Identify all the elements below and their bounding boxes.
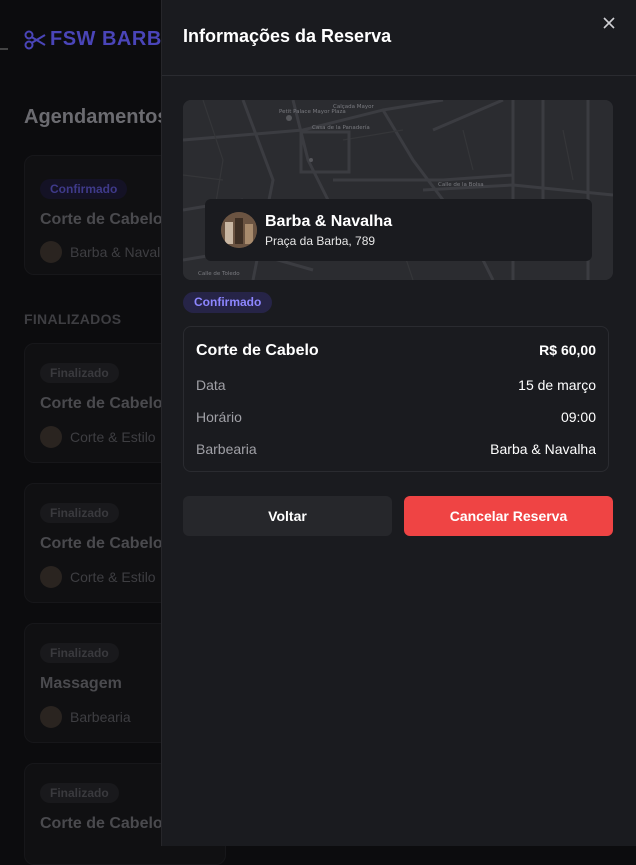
booking-subtitle: Barbearia [40, 706, 131, 728]
detail-label: Barbearia [196, 441, 257, 457]
map[interactable]: Calçada Mayor Petit Palace Mayor Plaza C… [183, 100, 613, 280]
detail-label: Data [196, 377, 226, 393]
map-label: Calle de la Bolsa [438, 182, 484, 188]
booking-subtitle: Corte & Estilo [40, 426, 156, 448]
detail-row-date: Data 15 de março [196, 377, 596, 393]
detail-value: Barba & Navalha [490, 441, 596, 457]
booking-details-sheet: Informações da Reserva Calçada Mayor Pet… [161, 0, 636, 846]
detail-row-time: Horário 09:00 [196, 409, 596, 425]
barbershop-avatar [221, 212, 257, 248]
status-badge: Confirmado [183, 292, 273, 313]
status-badge: Finalizado [40, 503, 119, 523]
close-button[interactable] [598, 12, 620, 34]
map-label: Calle de Toledo [198, 271, 240, 277]
close-icon [603, 17, 615, 29]
back-button[interactable]: Voltar [183, 496, 392, 536]
status-badge: Confirmado [40, 179, 128, 199]
booking-title: Corte de Cabelo [40, 535, 163, 552]
sheet-title: Informações da Reserva [183, 26, 392, 46]
service-price: R$ 60,00 [539, 342, 596, 358]
booking-subtitle: Corte & Estilo [40, 566, 156, 588]
divider [162, 75, 636, 76]
booking-title: Corte de Cabelo [40, 395, 163, 412]
scissors-icon [24, 30, 46, 49]
detail-value: 15 de março [518, 377, 596, 393]
map-label: Petit Palace Mayor Plaza [279, 109, 346, 115]
avatar [40, 566, 62, 588]
status-badge: Finalizado [40, 783, 119, 803]
cancel-booking-button[interactable]: Cancelar Reserva [404, 496, 613, 536]
detail-value: 09:00 [560, 409, 596, 425]
page-title: Agendamentos [24, 106, 169, 128]
barbershop-address: Praça da Barba, 789 [265, 233, 376, 248]
avatar [40, 241, 62, 263]
service-name: Corte de Cabelo [196, 342, 319, 359]
avatar [40, 706, 62, 728]
booking-title: Corte de Cabelo [40, 815, 163, 832]
header-divider [0, 48, 8, 50]
avatar [40, 426, 62, 448]
booking-title: Massagem [40, 675, 122, 692]
booking-subtitle: Barba & Navalha [40, 241, 176, 263]
detail-row-barbershop: Barbearia Barba & Navalha [196, 441, 596, 457]
section-label-finalized: FINALIZADOS [24, 311, 122, 327]
status-badge: Finalizado [40, 643, 119, 663]
booking-title: Corte de Cabelo [40, 211, 163, 228]
booking-summary-card: Corte de Cabelo R$ 60,00 Data 15 de març… [183, 326, 609, 472]
status-badge: Finalizado [40, 363, 119, 383]
barbershop-card: Barba & Navalha Praça da Barba, 789 [205, 199, 592, 261]
map-label: Casa de la Panadería [312, 124, 370, 131]
barbershop-name: Barba & Navalha [265, 212, 393, 230]
detail-label: Horário [196, 409, 242, 425]
